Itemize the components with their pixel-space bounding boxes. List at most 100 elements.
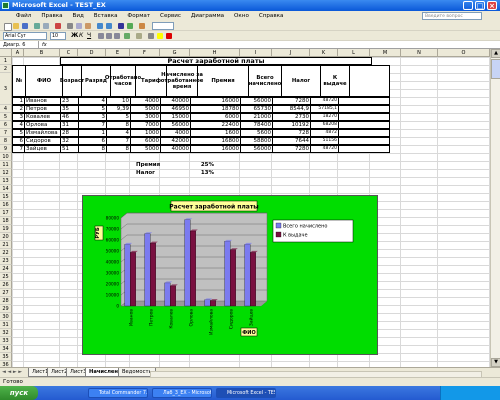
sum-icon[interactable]	[118, 23, 124, 29]
table-row[interactable]: 4 Орлова 31 7 8 7000 56000 22400 78400 10192 68208	[12, 121, 390, 129]
row-header-7[interactable]: 7	[0, 129, 12, 137]
table-cell[interactable]: 4	[107, 130, 131, 136]
table-cell[interactable]: 5	[107, 114, 131, 120]
table-cell[interactable]: 8544,9	[273, 106, 311, 112]
row-header-35[interactable]: 35	[0, 353, 12, 361]
fx-icon[interactable]: fx	[42, 41, 47, 49]
table-cell[interactable]: 4	[79, 98, 107, 104]
print-icon[interactable]	[34, 23, 40, 29]
table-cell[interactable]: 15000	[161, 114, 191, 120]
table-cell[interactable]: 4	[13, 122, 25, 128]
chart-area[interactable]: Расчет заработной платы РУБ 0 10000 20000 300…	[82, 195, 378, 355]
table-cell[interactable]: 6000	[191, 114, 241, 120]
menu-insert[interactable]: Вставка	[90, 11, 122, 21]
minimize-button[interactable]: _	[463, 1, 473, 10]
scroll-thumb[interactable]	[491, 59, 500, 79]
row-header-1[interactable]: 1	[0, 57, 12, 65]
column-header-h[interactable]: H	[190, 49, 240, 57]
table-row[interactable]: 6 Сидоров 32 6 7 6000 42000 16800 58800 7644 51156	[12, 137, 390, 145]
table-cell[interactable]: 51156	[311, 138, 339, 144]
row-header-11[interactable]: 11	[0, 161, 12, 169]
row-header-34[interactable]: 34	[0, 345, 12, 353]
table-cell[interactable]: 1	[13, 98, 25, 104]
table-cell[interactable]: 68208	[311, 122, 339, 128]
column-header-o[interactable]: O	[438, 49, 490, 57]
row-header-27[interactable]: 27	[0, 289, 12, 297]
table-cell[interactable]: 6	[13, 138, 25, 144]
table-cell[interactable]: 16800	[191, 138, 241, 144]
row-header-30[interactable]: 30	[0, 313, 12, 321]
row-header-20[interactable]: 20	[0, 233, 12, 241]
table-cell[interactable]: Ковалев	[25, 114, 61, 120]
table-cell[interactable]: 5600	[241, 130, 273, 136]
table-cell[interactable]: 48720	[311, 98, 339, 104]
sort-icon[interactable]	[127, 23, 133, 29]
font-size-combo[interactable]: 10	[50, 32, 66, 40]
param-value[interactable]: 13%	[190, 169, 214, 177]
row-header-6[interactable]: 6	[0, 121, 12, 129]
table-cell[interactable]: 3000	[131, 114, 161, 120]
menu-window[interactable]: Окно	[230, 11, 253, 21]
table-cell[interactable]: 1600	[191, 130, 241, 136]
table-cell[interactable]: 8	[107, 122, 131, 128]
column-header-i[interactable]: I	[240, 49, 272, 57]
column-header-l[interactable]: L	[338, 49, 370, 57]
table-cell[interactable]: 40000	[161, 146, 191, 152]
table-cell[interactable]: 7	[79, 122, 107, 128]
row-header-23[interactable]: 23	[0, 257, 12, 265]
start-button[interactable]: пуск	[0, 386, 38, 400]
table-cell[interactable]: 3	[79, 114, 107, 120]
table-cell[interactable]: 46	[61, 114, 79, 120]
table-cell[interactable]: 31	[61, 122, 79, 128]
table-cell[interactable]: Орлова	[25, 122, 61, 128]
table-cell[interactable]: 56000	[241, 98, 273, 104]
table-cell[interactable]: 32	[61, 138, 79, 144]
menu-file[interactable]: Файл	[12, 11, 35, 21]
menu-chart[interactable]: Диаграмма	[187, 11, 228, 21]
merge-icon[interactable]	[124, 33, 130, 39]
table-cell[interactable]: 2	[13, 106, 25, 112]
maximize-button[interactable]: □	[475, 1, 485, 10]
table-cell[interactable]: Иванов	[25, 98, 61, 104]
table-cell[interactable]: 5000	[131, 146, 161, 152]
table-cell[interactable]: 10192	[273, 122, 311, 128]
table-cell[interactable]: 7280	[273, 98, 311, 104]
menu-tools[interactable]: Сервис	[156, 11, 185, 21]
scroll-up-button[interactable]: ▲	[491, 49, 500, 58]
column-header-e[interactable]: E	[106, 49, 130, 57]
name-box[interactable]: Диагр. 6	[1, 41, 39, 49]
table-cell[interactable]: 23	[61, 98, 79, 104]
row-header-12[interactable]: 12	[0, 169, 12, 177]
salary-chart[interactable]: Расчет заработной платы РУБ 0 10000 20000 300…	[83, 196, 377, 354]
row-header-21[interactable]: 21	[0, 241, 12, 249]
column-header-m[interactable]: M	[370, 49, 401, 57]
table-row[interactable]: 7 Зайцев 51 8 8 5000 40000 16000 56000 7280 48720	[12, 145, 390, 153]
row-header-13[interactable]: 13	[0, 177, 12, 185]
table-cell[interactable]: 16000	[191, 98, 241, 104]
row-header-29[interactable]: 29	[0, 305, 12, 313]
table-cell[interactable]: 56000	[161, 122, 191, 128]
fill-color-icon[interactable]	[157, 33, 163, 39]
menu-help[interactable]: Справка	[255, 11, 288, 21]
table-cell[interactable]: 21000	[241, 114, 273, 120]
row-header-24[interactable]: 24	[0, 265, 12, 273]
table-cell[interactable]: 5	[13, 130, 25, 136]
chart-wizard-icon[interactable]	[139, 23, 145, 29]
table-cell[interactable]: 78400	[241, 122, 273, 128]
table-cell[interactable]: 56000	[241, 146, 273, 152]
column-header-a[interactable]: A	[12, 49, 24, 57]
row-header-32[interactable]: 32	[0, 329, 12, 337]
table-cell[interactable]: 51	[61, 146, 79, 152]
table-cell[interactable]: 7	[13, 146, 25, 152]
table-cell[interactable]: 4000	[161, 130, 191, 136]
table-cell[interactable]: 4000	[131, 98, 161, 104]
column-header-j[interactable]: J	[272, 49, 310, 57]
menu-view[interactable]: Вид	[69, 11, 88, 21]
row-header-22[interactable]: 22	[0, 249, 12, 257]
table-row[interactable]: 3 Ковалев 46 3 5 3000 15000 6000 21000 2730 18270	[12, 113, 390, 121]
param-label[interactable]: Налог	[136, 169, 155, 177]
new-icon[interactable]	[4, 23, 12, 31]
bold-icon[interactable]: Ж	[71, 33, 78, 39]
table-cell[interactable]: Зайцев	[25, 146, 61, 152]
align-right-icon[interactable]	[114, 33, 120, 39]
